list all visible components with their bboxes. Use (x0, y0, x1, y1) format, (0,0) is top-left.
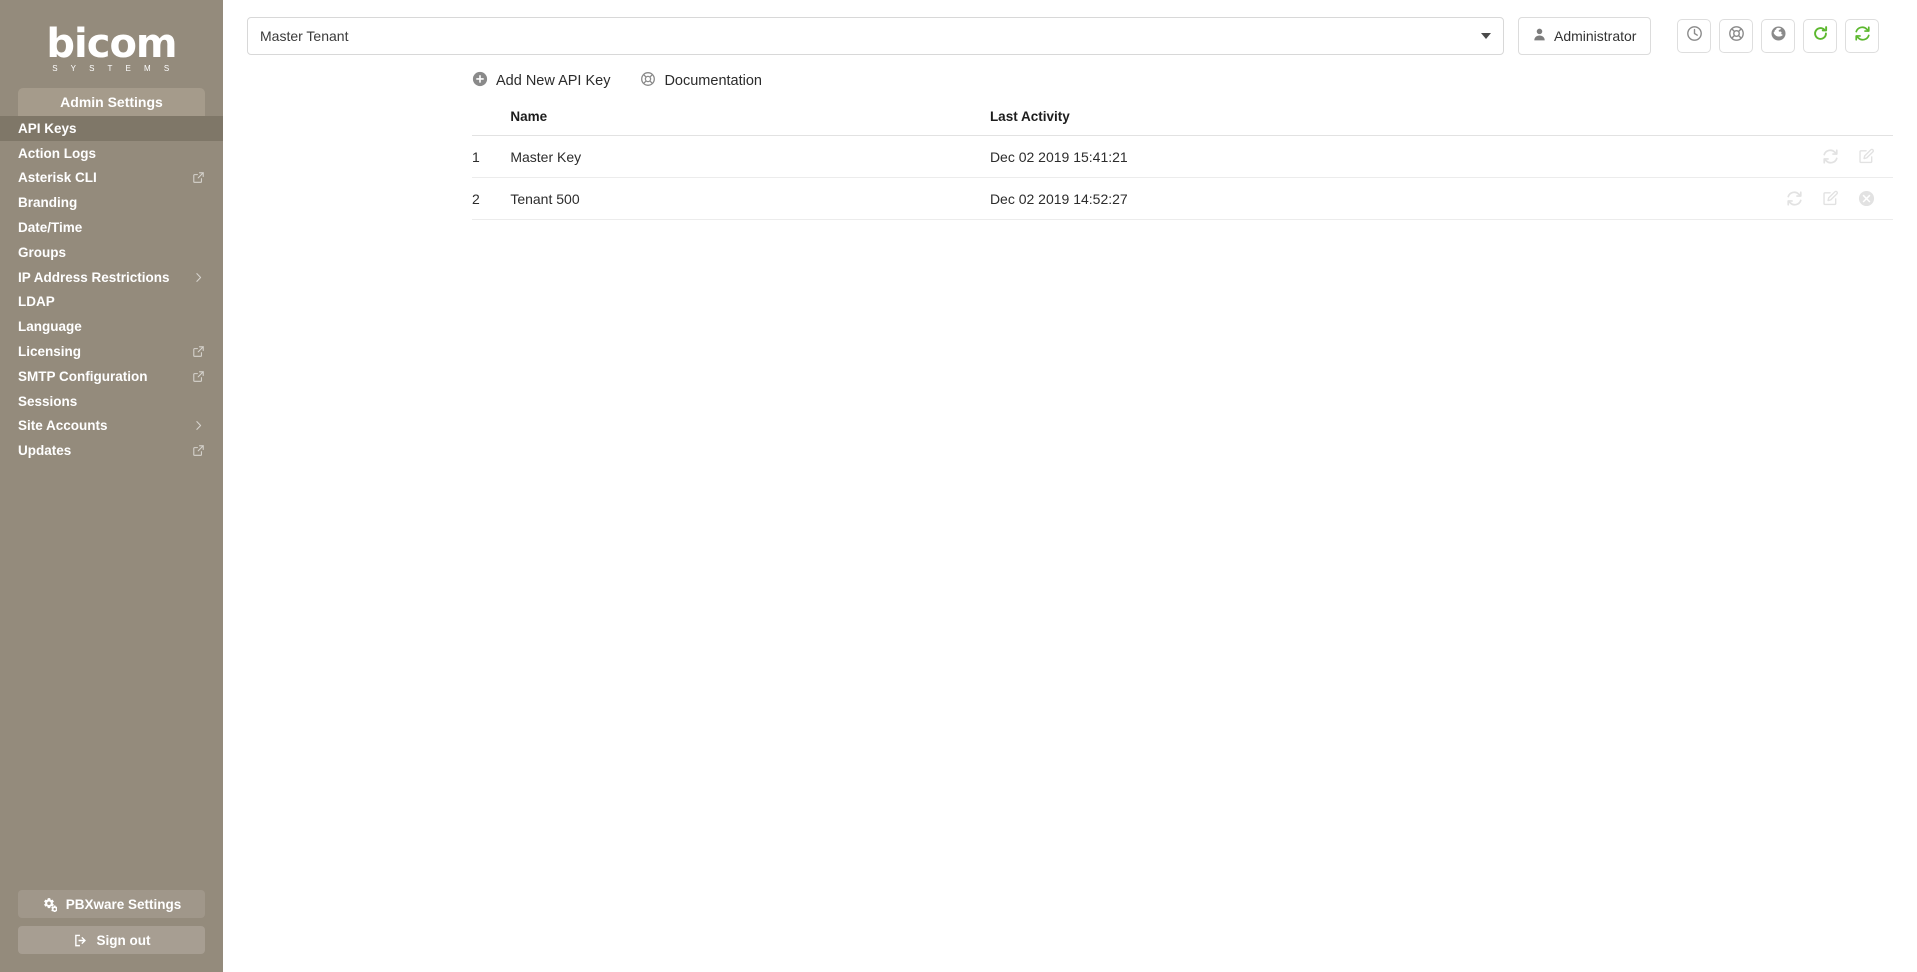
sidebar-item-site-accounts[interactable]: Site Accounts (0, 414, 223, 439)
clock-button[interactable] (1677, 19, 1712, 53)
column-header-index (472, 109, 511, 136)
api-keys-table: Name Last Activity 1 Master Key Dec 02 201… (472, 109, 1893, 220)
table-row[interactable]: 1 Master Key Dec 02 2019 15:41:21 (472, 135, 1893, 178)
sidebar-item-label: IP Address Restrictions (18, 269, 170, 285)
sidebar-item-sessions[interactable]: Sessions (0, 389, 223, 414)
row-last-activity: Dec 02 2019 14:52:27 (989, 177, 1612, 220)
pbxware-settings-button[interactable]: PBXware Settings (18, 890, 205, 918)
sign-out-button[interactable]: Sign out (18, 926, 205, 954)
sidebar-item-label: Action Logs (18, 145, 96, 161)
sidebar-section-tab[interactable]: Admin Settings (18, 88, 205, 116)
logo-wordmark: bicom (46, 21, 177, 67)
action-label: Add New API Key (496, 73, 611, 89)
sidebar-item-branding[interactable]: Branding (0, 190, 223, 215)
tenant-select[interactable]: Master Tenant (247, 17, 1504, 55)
sidebar-item-smtp-configuration[interactable]: SMTP Configuration (0, 364, 223, 389)
chevron-down-icon (1481, 33, 1491, 39)
sign-out-label: Sign out (96, 932, 151, 948)
refresh-button[interactable] (1803, 19, 1838, 53)
row-index: 1 (472, 135, 511, 178)
table-header-row: Name Last Activity (472, 109, 1893, 136)
row-edit-icon[interactable] (1858, 148, 1875, 165)
user-icon (1533, 28, 1546, 44)
globe-button[interactable] (1761, 19, 1796, 53)
top-bar: Master Tenant Administrator (223, 0, 1917, 55)
sign-out-icon (73, 933, 88, 948)
pbxware-settings-label: PBXware Settings (65, 896, 182, 912)
row-name: Master Key (510, 135, 990, 178)
external-link-icon (192, 171, 205, 184)
sidebar-item-label: Licensing (18, 344, 82, 360)
table-row[interactable]: 2 Tenant 500 Dec 02 2019 14:52:27 (472, 177, 1893, 220)
row-name: Tenant 500 (510, 177, 990, 220)
brand-logo: bicom S Y S T E M S (0, 0, 223, 88)
table-head: Name Last Activity (472, 109, 1893, 136)
add-new-api-key-button[interactable]: Add New API Key (472, 71, 610, 91)
plus-circle-icon (472, 71, 488, 91)
sidebar-item-ldap[interactable]: LDAP (0, 290, 223, 315)
row-operations-group (1611, 190, 1893, 207)
sidebar-item-label: Language (18, 319, 82, 335)
sidebar: bicom S Y S T E M S Admin Settings API K… (0, 0, 223, 972)
action-bar: Add New API Key Documentation (223, 55, 1917, 91)
sidebar-menu: API Keys Action Logs Asterisk CLI Branding… (0, 116, 223, 463)
sidebar-item-label: LDAP (18, 294, 55, 310)
sidebar-item-asterisk-cli[interactable]: Asterisk CLI (0, 166, 223, 191)
sidebar-item-label: Groups (18, 244, 67, 260)
row-operations (1611, 177, 1893, 220)
row-index: 2 (472, 177, 511, 220)
row-operations (1611, 135, 1893, 178)
sidebar-item-label: SMTP Configuration (18, 368, 148, 384)
globe-icon (1770, 25, 1787, 47)
external-link-icon (192, 444, 205, 457)
external-link-icon (192, 345, 205, 358)
administrator-label: Administrator (1554, 28, 1637, 44)
row-sync-icon[interactable] (1822, 148, 1839, 165)
column-header-name: Name (510, 109, 990, 136)
row-edit-icon[interactable] (1822, 190, 1839, 207)
sidebar-bottom-actions: PBXware Settings Sign out (0, 890, 223, 962)
main-content: Master Tenant Administrator Add New API … (223, 0, 1917, 972)
lifering-button[interactable] (1719, 19, 1754, 53)
toolbar-icon-group (1677, 19, 1880, 53)
row-sync-icon[interactable] (1786, 190, 1803, 207)
action-label: Documentation (664, 73, 762, 89)
gears-icon (42, 897, 57, 912)
sidebar-item-label: Branding (18, 195, 78, 211)
lifering-icon (1728, 25, 1745, 47)
sync-icon (1854, 25, 1871, 47)
column-header-operations (1611, 109, 1893, 136)
sidebar-item-groups[interactable]: Groups (0, 240, 223, 265)
sidebar-item-action-logs[interactable]: Action Logs (0, 141, 223, 166)
refresh-icon (1812, 25, 1829, 47)
lifering-icon (640, 71, 656, 91)
sync-button[interactable] (1845, 19, 1880, 53)
sidebar-item-updates[interactable]: Updates (0, 438, 223, 463)
sidebar-item-language[interactable]: Language (0, 314, 223, 339)
tenant-select-value: Master Tenant (260, 28, 349, 44)
administrator-button[interactable]: Administrator (1518, 17, 1652, 55)
row-last-activity: Dec 02 2019 15:41:21 (989, 135, 1612, 178)
sidebar-item-label: Site Accounts (18, 418, 108, 434)
clock-icon (1686, 25, 1703, 47)
sidebar-item-licensing[interactable]: Licensing (0, 339, 223, 364)
sidebar-item-label: Date/Time (18, 220, 83, 236)
row-operations-group (1611, 148, 1893, 165)
sidebar-item-label: API Keys (18, 120, 77, 136)
sidebar-item-label: Sessions (18, 393, 78, 409)
logo-subtext: S Y S T E M S (52, 64, 175, 73)
sidebar-item-api-keys[interactable]: API Keys (0, 116, 223, 141)
chevron-right-icon (192, 419, 205, 432)
table-body: 1 Master Key Dec 02 2019 15:41:21 2 Tenant … (472, 135, 1893, 220)
sidebar-item-date-time[interactable]: Date/Time (0, 215, 223, 240)
column-header-last-activity: Last Activity (989, 109, 1612, 136)
row-delete-icon[interactable] (1858, 190, 1875, 207)
documentation-button[interactable]: Documentation (640, 71, 762, 91)
chevron-right-icon (192, 271, 205, 284)
api-keys-table-wrap: Name Last Activity 1 Master Key Dec 02 201… (223, 91, 1917, 220)
external-link-icon (192, 370, 205, 383)
sidebar-item-label: Updates (18, 443, 72, 459)
sidebar-item-label: Asterisk CLI (18, 170, 97, 186)
sidebar-item-ip-address-restrictions[interactable]: IP Address Restrictions (0, 265, 223, 290)
